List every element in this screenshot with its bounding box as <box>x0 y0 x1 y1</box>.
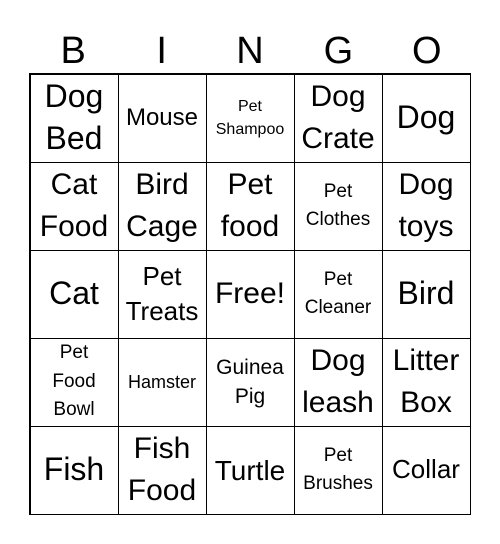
bingo-cell: Dog Crate <box>293 73 383 163</box>
bingo-cell: Pet Treats <box>117 249 207 339</box>
bingo-cell: Litter Box <box>381 337 471 427</box>
header-letter-g: G <box>323 30 354 72</box>
free-space-cell: Free! <box>205 249 295 339</box>
bingo-cell: Pet Cleaner <box>293 249 383 339</box>
bingo-cell: Mouse <box>117 73 207 163</box>
bingo-cell: Cat Food <box>29 161 119 251</box>
bingo-cell: Pet Food Bowl <box>29 337 119 427</box>
bingo-cell: Pet Shampoo <box>205 73 295 163</box>
bingo-cell: Bird <box>381 249 471 339</box>
header-letter-o: O <box>412 30 442 72</box>
bingo-cell: Fish <box>29 425 119 515</box>
header-letter-b: B <box>60 30 86 72</box>
header-letter-i: I <box>156 30 167 72</box>
bingo-cell: Pet Clothes <box>293 161 383 251</box>
bingo-cell: Bird Cage <box>117 161 207 251</box>
header-letter-n: N <box>236 30 264 72</box>
bingo-cell: Pet food <box>205 161 295 251</box>
bingo-cell: Hamster <box>117 337 207 427</box>
bingo-cell: Fish Food <box>117 425 207 515</box>
bingo-header: B I N G O <box>29 28 471 74</box>
bingo-cell: Collar <box>381 425 471 515</box>
bingo-cell: Cat <box>29 249 119 339</box>
bingo-cell: Dog toys <box>381 161 471 251</box>
bingo-cell: Guinea Pig <box>205 337 295 427</box>
bingo-grid: Dog Bed Mouse Pet Shampoo Dog Crate Dog … <box>29 73 471 515</box>
bingo-cell: Dog Bed <box>29 73 119 163</box>
bingo-cell: Turtle <box>205 425 295 515</box>
bingo-cell: Dog leash <box>293 337 383 427</box>
bingo-cell: Pet Brushes <box>293 425 383 515</box>
bingo-cell: Dog <box>381 73 471 163</box>
